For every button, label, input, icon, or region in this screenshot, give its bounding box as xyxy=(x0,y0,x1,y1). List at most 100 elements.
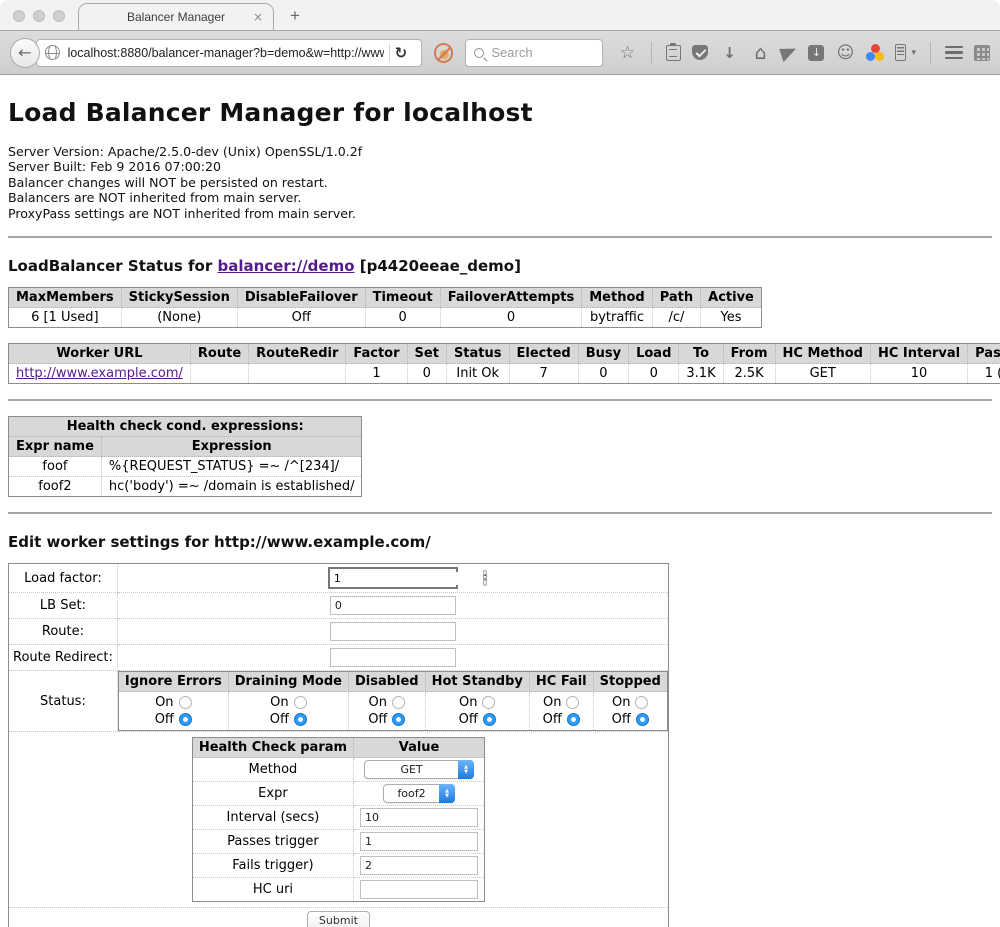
worker-cell: GET xyxy=(775,364,870,384)
table-header-row: Health Check param Value xyxy=(192,738,484,758)
info-line: ProxyPass settings are NOT inherited fro… xyxy=(8,206,992,221)
form-value-cell xyxy=(117,619,668,645)
send-tab-icon[interactable] xyxy=(780,43,800,61)
method-value-cell: GET ▲▼ xyxy=(354,758,485,782)
status-label: Status: xyxy=(9,671,118,732)
load-factor-label: Load factor: xyxy=(9,564,118,593)
radio-input[interactable] xyxy=(566,696,579,709)
chevron-down-icon[interactable]: ▾ xyxy=(911,48,916,58)
radio-input[interactable] xyxy=(179,713,192,726)
expr-select[interactable]: foof2 ▲▼ xyxy=(383,784,455,803)
status-radio-on[interactable]: On xyxy=(355,694,419,711)
url-text[interactable]: localhost:8880/balancer-manager?b=demo&w… xyxy=(68,46,384,60)
load-factor-field[interactable] xyxy=(330,572,483,585)
extension-dots-icon[interactable] xyxy=(866,44,884,62)
expr-value-cell: foof2 ▲▼ xyxy=(354,782,485,806)
minimize-window-button[interactable] xyxy=(33,10,45,22)
number-spinner-icon[interactable]: ▴▾ xyxy=(483,570,488,586)
fails-field[interactable] xyxy=(360,856,478,875)
status-radio-off[interactable]: Off xyxy=(125,711,222,728)
status-radio-off[interactable]: Off xyxy=(432,711,523,728)
tab-close-icon[interactable]: × xyxy=(253,10,263,24)
status-radio-on[interactable]: On xyxy=(125,694,222,711)
status-radio-cell: OnOff xyxy=(593,692,667,731)
globe-icon xyxy=(45,45,60,60)
worker-header-cell: Passes xyxy=(968,344,1000,364)
balancer-header-cell: FailoverAttempts xyxy=(440,288,582,308)
url-bar[interactable]: localhost:8880/balancer-manager?b=demo&w… xyxy=(36,39,422,67)
radio-input[interactable] xyxy=(294,696,307,709)
status-radio-off[interactable]: Off xyxy=(536,711,587,728)
load-factor-input[interactable]: ▴▾ xyxy=(328,567,458,589)
hc-row: Interval (secs) xyxy=(192,806,484,830)
interval-field[interactable] xyxy=(360,808,478,827)
loadbalancer-status-heading: LoadBalancer Status for balancer://demo … xyxy=(8,257,992,275)
page-title: Load Balancer Manager for localhost xyxy=(8,98,992,127)
balancer-cell: 0 xyxy=(365,308,440,328)
passes-field[interactable] xyxy=(360,832,478,851)
hc-row: Fails trigger) xyxy=(192,854,484,878)
status-radio-on[interactable]: On xyxy=(235,694,342,711)
search-input[interactable]: Search xyxy=(465,39,603,67)
pocket-icon[interactable] xyxy=(692,45,708,60)
bookmark-star-icon[interactable]: ☆ xyxy=(617,43,637,63)
lb-set-field[interactable] xyxy=(330,596,456,615)
reading-list-icon[interactable] xyxy=(666,45,681,61)
radio-input[interactable] xyxy=(635,696,648,709)
zoom-window-button[interactable] xyxy=(53,10,65,22)
radio-input[interactable] xyxy=(636,713,649,726)
downloads-icon[interactable]: ↓ xyxy=(719,43,739,63)
browser-tab[interactable]: Balancer Manager × xyxy=(78,3,274,30)
home-icon[interactable]: ⌂ xyxy=(750,43,770,63)
close-window-button[interactable] xyxy=(13,10,25,22)
expr-label: Expr xyxy=(192,782,353,806)
status-radio-on[interactable]: On xyxy=(600,694,661,711)
blocked-content-icon[interactable] xyxy=(434,43,454,63)
radio-input[interactable] xyxy=(179,696,192,709)
radio-label: On xyxy=(612,694,630,711)
sidebar-list-icon[interactable] xyxy=(895,44,906,61)
status-radio-off[interactable]: Off xyxy=(600,711,661,728)
method-select[interactable]: GET ▲▼ xyxy=(364,760,474,779)
chat-smiley-icon[interactable]: ☺ xyxy=(835,43,855,63)
radio-input[interactable] xyxy=(392,696,405,709)
worker-cell: 0 xyxy=(407,364,446,384)
balancer-demo-link[interactable]: balancer://demo xyxy=(217,257,354,275)
worker-header-cell: Factor xyxy=(346,344,407,364)
radio-input[interactable] xyxy=(294,713,307,726)
status-column-header: Stopped xyxy=(593,672,667,692)
radio-label: Off xyxy=(543,711,562,728)
radio-input[interactable] xyxy=(567,713,580,726)
table-header-row: Worker URLRouteRouteRedirFactorSetStatus… xyxy=(9,344,1000,364)
hc-row: Expr foof2 ▲▼ xyxy=(192,782,484,806)
table-header-row: Expr name Expression xyxy=(9,437,362,457)
grid-extension-icon[interactable] xyxy=(974,45,990,61)
worker-url-link[interactable]: http://www.example.com/ xyxy=(16,366,183,381)
submit-button[interactable]: Submit xyxy=(307,911,370,927)
table-row: OnOffOnOffOnOffOnOffOnOffOnOff xyxy=(118,692,667,731)
status-radio-on[interactable]: On xyxy=(536,694,587,711)
radio-label: On xyxy=(459,694,477,711)
save-page-icon[interactable]: ↓ xyxy=(808,45,824,61)
balancer-cell: 6 [1 Used] xyxy=(9,308,122,328)
worker-header-cell: To xyxy=(679,344,723,364)
status-column-header: Hot Standby xyxy=(425,672,529,692)
radio-input[interactable] xyxy=(482,696,495,709)
status-radio-off[interactable]: Off xyxy=(355,711,419,728)
status-radio-cell: OnOff xyxy=(348,692,425,731)
worker-cell: 2.5K xyxy=(723,364,775,384)
route-field[interactable] xyxy=(330,622,456,641)
reload-icon[interactable]: ↻ xyxy=(395,44,408,62)
radio-input[interactable] xyxy=(483,713,496,726)
info-line: Balancer changes will NOT be persisted o… xyxy=(8,175,992,190)
back-button[interactable]: ← xyxy=(10,38,40,68)
radio-label: Off xyxy=(368,711,387,728)
hc-uri-field[interactable] xyxy=(360,880,478,899)
route-redirect-field[interactable] xyxy=(330,648,456,667)
status-radio-off[interactable]: Off xyxy=(235,711,342,728)
status-radio-on[interactable]: On xyxy=(432,694,523,711)
radio-input[interactable] xyxy=(392,713,405,726)
new-tab-button[interactable]: + xyxy=(290,6,300,26)
expr-name-header: Expr name xyxy=(9,437,102,457)
menu-icon[interactable] xyxy=(945,46,963,60)
